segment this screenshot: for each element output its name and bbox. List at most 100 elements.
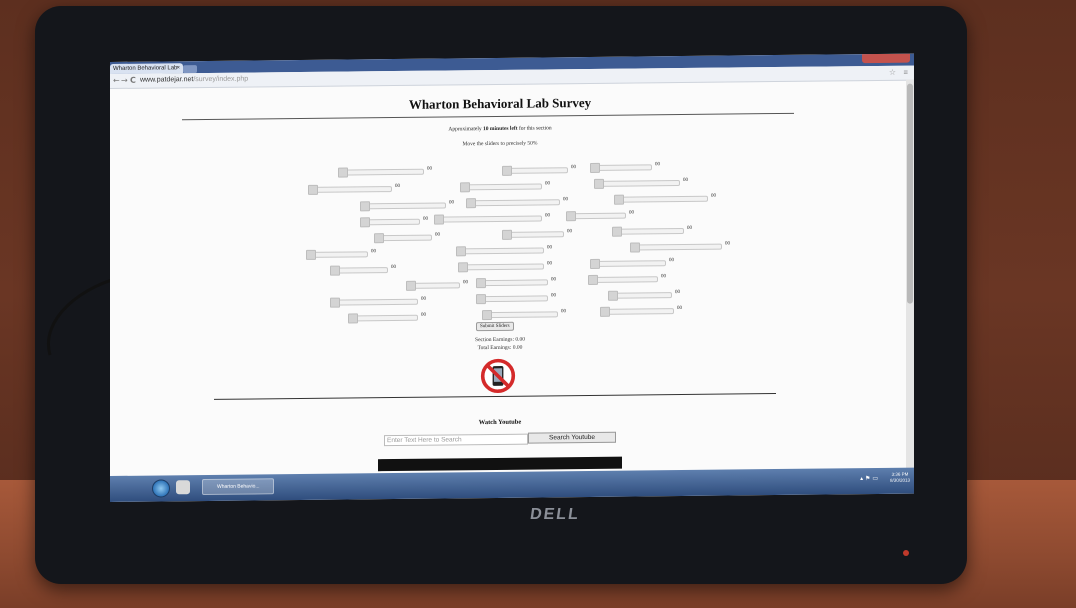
slider-control[interactable]: 00 <box>360 217 438 228</box>
slider-track[interactable] <box>308 186 392 193</box>
scrollbar-thumb[interactable] <box>907 83 913 304</box>
slider-handle[interactable] <box>330 297 340 308</box>
media-player-icon[interactable] <box>176 480 190 495</box>
slider-control[interactable]: 00 <box>330 265 406 276</box>
slider-control[interactable]: 00 <box>374 232 450 244</box>
slider-control[interactable]: 00 <box>306 249 386 260</box>
slider-handle[interactable] <box>614 194 624 205</box>
slider-track[interactable] <box>594 180 680 187</box>
slider-handle[interactable] <box>308 184 318 195</box>
slider-control[interactable]: 00 <box>588 274 676 285</box>
slider-track[interactable] <box>434 215 542 223</box>
slider-track[interactable] <box>590 260 666 267</box>
slider-track[interactable] <box>612 227 684 235</box>
slider-handle[interactable] <box>482 309 492 321</box>
slider-control[interactable]: 00 <box>502 229 582 240</box>
bookmark-star-icon[interactable]: ☆ <box>889 68 896 77</box>
slider-control[interactable]: 00 <box>482 309 576 321</box>
slider-handle[interactable] <box>348 313 358 324</box>
slider-control[interactable]: 00 <box>590 162 670 173</box>
slider-handle[interactable] <box>360 217 370 228</box>
slider-value: 00 <box>655 162 660 168</box>
slider-handle[interactable] <box>406 280 416 291</box>
slider-handle[interactable] <box>630 242 640 253</box>
search-youtube-button[interactable]: Search Youtube <box>528 431 616 444</box>
slider-control[interactable]: 00 <box>308 184 410 195</box>
slider-handle[interactable] <box>306 249 316 260</box>
slider-control[interactable]: 00 <box>612 226 702 237</box>
slider-control[interactable]: 00 <box>502 165 586 176</box>
slider-handle[interactable] <box>374 233 384 244</box>
slider-control[interactable]: 00 <box>434 213 560 225</box>
browser-menu-icon[interactable]: ≡ <box>903 68 908 77</box>
slider-handle[interactable] <box>476 294 486 305</box>
slider-handle[interactable] <box>434 214 444 225</box>
new-tab-button[interactable] <box>183 65 197 74</box>
slider-handle[interactable] <box>588 274 598 285</box>
slider-control[interactable]: 00 <box>614 194 726 205</box>
slider-control[interactable]: 00 <box>590 258 684 269</box>
slider-track[interactable] <box>330 298 418 306</box>
slider-handle[interactable] <box>330 265 340 276</box>
slider-handle[interactable] <box>600 306 610 317</box>
slider-control[interactable]: 00 <box>348 313 436 324</box>
tab-close-icon[interactable]: × <box>176 63 180 73</box>
slider-control[interactable]: 00 <box>630 241 740 253</box>
slider-handle[interactable] <box>456 246 466 257</box>
taskbar-clock[interactable]: 3:36 PM 8/30/2013 <box>890 472 910 484</box>
slider-handle[interactable] <box>590 258 600 269</box>
slider-track[interactable] <box>460 183 542 191</box>
slider-control[interactable]: 00 <box>594 178 698 189</box>
taskbar-chrome-app[interactable]: Wharton Behavio... <box>202 478 274 496</box>
slider-handle[interactable] <box>466 198 476 209</box>
slider-control[interactable]: 00 <box>476 277 566 289</box>
slider-control[interactable]: 00 <box>458 261 562 273</box>
slider-control[interactable]: 00 <box>330 297 436 308</box>
slider-control[interactable]: 00 <box>338 167 442 178</box>
slider-handle[interactable] <box>360 201 370 212</box>
slider-control[interactable]: 00 <box>456 245 562 257</box>
slider-control[interactable]: 00 <box>600 306 692 317</box>
url-field[interactable]: www.patdejar.net/survey/index.php <box>140 76 248 84</box>
slider-track[interactable] <box>476 279 548 287</box>
forward-arrow-icon[interactable]: → <box>121 76 128 85</box>
slider-handle[interactable] <box>608 290 618 301</box>
slider-control[interactable]: 00 <box>466 197 578 209</box>
slider-handle[interactable] <box>566 211 576 222</box>
slider-track[interactable] <box>630 243 722 251</box>
reload-icon[interactable]: C <box>130 76 136 85</box>
system-tray-icons[interactable]: ▴ ⚑ ▭ <box>860 475 878 482</box>
slider-track[interactable] <box>614 195 708 203</box>
slider-handle[interactable] <box>502 229 512 240</box>
slider-handle[interactable] <box>476 278 486 289</box>
slider-handle[interactable] <box>460 182 470 193</box>
window-controls[interactable] <box>862 53 910 64</box>
slider-handle[interactable] <box>594 178 604 189</box>
slider-control[interactable]: 00 <box>608 290 690 301</box>
slider-handle[interactable] <box>502 165 512 176</box>
slider-handle[interactable] <box>590 162 600 173</box>
back-arrow-icon[interactable]: ← <box>113 76 120 85</box>
slider-track[interactable] <box>588 276 658 283</box>
slider-control[interactable]: 00 <box>476 293 566 305</box>
video-player[interactable] <box>378 456 622 472</box>
slider-track[interactable] <box>466 199 560 207</box>
slider-track[interactable] <box>456 247 544 255</box>
slider-track[interactable] <box>338 168 424 176</box>
slider-track[interactable] <box>482 311 558 319</box>
slider-track[interactable] <box>458 263 544 271</box>
slider-handle[interactable] <box>612 226 622 237</box>
slider-track[interactable] <box>600 308 674 315</box>
slider-handle[interactable] <box>338 167 348 178</box>
slider-control[interactable]: 00 <box>566 210 644 222</box>
slider-track[interactable] <box>360 202 446 210</box>
slider-track[interactable] <box>476 295 548 303</box>
slider-control[interactable]: 00 <box>406 280 478 291</box>
youtube-search-input[interactable]: Enter Text Here to Search <box>384 433 528 447</box>
slider-control[interactable]: 00 <box>360 200 464 212</box>
slider-track[interactable] <box>348 314 418 322</box>
slider-control[interactable]: 00 <box>460 181 560 193</box>
start-orb-icon[interactable] <box>152 479 170 498</box>
submit-sliders-button[interactable]: Submit Sliders <box>476 321 514 332</box>
slider-handle[interactable] <box>458 262 468 273</box>
